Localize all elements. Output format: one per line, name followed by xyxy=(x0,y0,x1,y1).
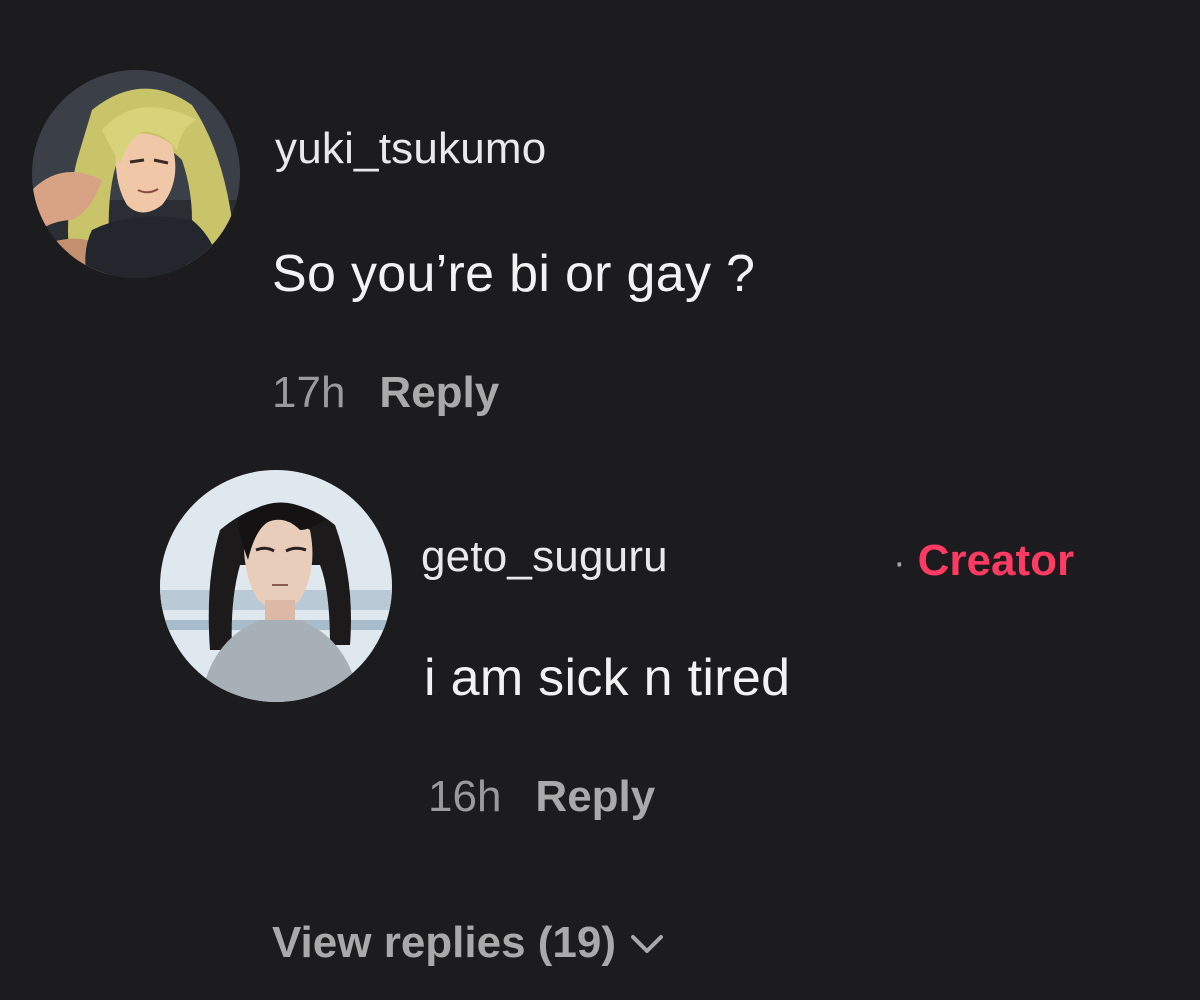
comment-username[interactable]: yuki_tsukumo xyxy=(275,124,546,174)
view-replies-label: View replies (19) xyxy=(272,918,617,967)
avatar[interactable] xyxy=(32,70,240,278)
comment-item: yuki_tsukumo So you’re bi or gay ? 17h Re… xyxy=(0,0,1200,460)
creator-label: Creator xyxy=(917,536,1075,585)
reply-timestamp: 16h xyxy=(428,772,502,821)
comment-text: So you’re bi or gay ? xyxy=(272,245,756,303)
badge-separator: · xyxy=(893,542,906,584)
chevron-down-icon xyxy=(630,916,664,966)
reply-text: i am sick n tired xyxy=(424,649,791,707)
reply-item: geto_suguru · Creator i am sick n tired 1… xyxy=(0,460,1200,880)
reply-button[interactable]: Reply xyxy=(379,368,499,418)
comment-thread: yuki_tsukumo So you’re bi or gay ? 17h Re… xyxy=(0,0,1200,1000)
avatar[interactable] xyxy=(160,470,392,702)
reply-button[interactable]: Reply xyxy=(535,772,655,822)
comment-timestamp: 17h xyxy=(272,368,346,417)
reply-username[interactable]: geto_suguru xyxy=(421,532,668,582)
creator-badge: · Creator xyxy=(893,536,1074,586)
avatar-geto-image xyxy=(160,470,392,702)
avatar-yuki-image xyxy=(32,70,240,278)
comment-meta: 17h Reply xyxy=(272,368,499,418)
reply-meta: 16h Reply xyxy=(428,772,655,822)
view-replies-button[interactable]: View replies (19) xyxy=(272,918,664,970)
